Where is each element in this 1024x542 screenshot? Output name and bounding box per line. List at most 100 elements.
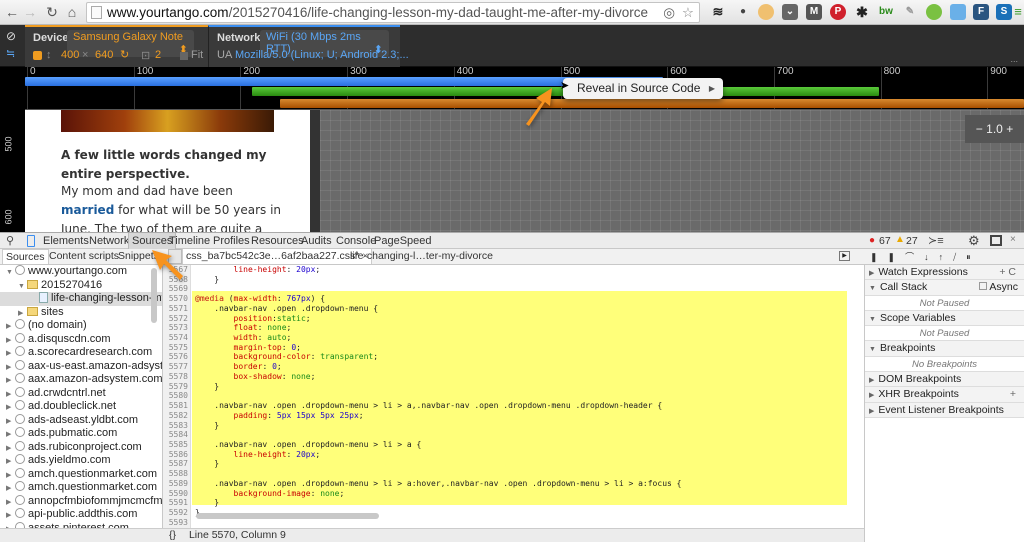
back-button[interactable]: ← [4, 3, 20, 21]
debugger-section-scope-variables[interactable]: ▼ Scope Variables [865, 310, 1024, 327]
collapsed-arrow-icon[interactable]: ▶ [6, 320, 15, 334]
tree-item[interactable]: ▶ sites [0, 306, 162, 320]
tree-item[interactable]: ▶ a.disquscdn.com [0, 332, 162, 348]
devtools-tab-pagespeed[interactable]: PageSpeed [371, 233, 435, 249]
line-number[interactable]: 5579 [163, 382, 190, 392]
tree-item[interactable]: ▶ ad.doubleclick.net [0, 400, 162, 414]
bookmark-star-icon[interactable]: ☆ [682, 3, 694, 22]
code-editor[interactable]: 5567 5568 5569 5570 5571 5572 5573 5574 5575 5576… [163, 265, 848, 528]
close-devtools-icon[interactable]: × [1010, 234, 1016, 245]
married-link[interactable]: married [61, 203, 114, 217]
viewport-resize-handle[interactable] [310, 110, 320, 232]
line-number[interactable]: 5591 [163, 498, 190, 508]
line-number[interactable]: 5584 [163, 430, 190, 440]
tree-item[interactable]: ▶ amch.questionmarket.com [0, 481, 162, 495]
tree-item[interactable]: ▶ ad.crwdcntrl.net [0, 386, 162, 402]
min-width-media-bar[interactable] [280, 99, 1024, 108]
async-toggle[interactable]: Async [979, 280, 1018, 295]
line-number[interactable]: 5573 [163, 323, 190, 333]
devtools-tab-profiles[interactable]: Profiles [210, 233, 253, 249]
line-number[interactable]: 5571 [163, 304, 190, 314]
zoom-out-button[interactable]: − [976, 122, 983, 136]
evernote-extension-icon[interactable]: ● [735, 4, 751, 20]
expanded-arrow-icon[interactable]: ▼ [18, 280, 27, 294]
debugger-section-call-stack[interactable]: ▼ Call Stack Async [865, 280, 1024, 296]
tree-item[interactable]: ▶ amch.questionmarket.com [0, 467, 162, 483]
pretty-print-icon[interactable]: {} [169, 529, 176, 541]
line-number[interactable]: 5592 [163, 508, 190, 518]
chrome-menu-icon[interactable]: ≡ [1012, 4, 1024, 20]
pause-on-exceptions-icon[interactable]: ⏸ [966, 252, 981, 262]
tree-item[interactable]: ▶ ads.rubiconproject.com [0, 440, 162, 456]
debugger-section-dom-breakpoints[interactable]: ▶ DOM Breakpoints [865, 372, 1024, 388]
line-number[interactable]: 5585 [163, 440, 190, 450]
tree-item[interactable]: ▶ aax.amazon-adsystem.com [0, 373, 162, 387]
collapsed-arrow-icon[interactable]: ▶ [6, 469, 15, 483]
forward-button[interactable]: → [22, 3, 38, 21]
line-number[interactable]: 5589 [163, 479, 190, 489]
file-tab-css[interactable]: css_ba7bc542c3e…6af2baa227.css* × [182, 249, 373, 264]
collapsed-arrow-icon[interactable]: ▶ [6, 374, 15, 388]
tree-item[interactable]: ▶ ads-adseast.yldbt.com [0, 413, 162, 429]
collapsed-arrow-icon[interactable]: ▶ [6, 334, 15, 348]
s-extension-icon[interactable]: S [996, 4, 1012, 20]
collapsed-arrow-icon[interactable]: ▶ [6, 509, 15, 523]
device-mode-icon[interactable] [27, 235, 35, 247]
media-query-icon[interactable]: ≒ [6, 47, 15, 60]
collapsed-arrow-icon[interactable]: ▶ [6, 388, 15, 402]
line-number[interactable]: 5581 [163, 401, 190, 411]
collapsed-arrow-icon[interactable]: ▶ [6, 361, 15, 375]
line-number[interactable]: 5583 [163, 421, 190, 431]
line-number[interactable]: 5569 [163, 284, 190, 294]
devtools-tab-audits[interactable]: Audits [298, 233, 335, 249]
gear-extension-icon[interactable]: ✱ [854, 4, 870, 20]
tree-item[interactable]: ▶ ads.yieldmo.com [0, 454, 162, 468]
collapsed-arrow-icon[interactable]: ▶ [6, 347, 15, 361]
resize-checkbox[interactable] [33, 51, 42, 60]
collapsed-arrow-icon[interactable]: ▶ [6, 415, 15, 429]
line-number[interactable]: 5582 [163, 411, 190, 421]
toggle-debugger-icon[interactable]: ▶ [839, 251, 850, 261]
debugger-section-event-listener-breakpoints[interactable]: ▶ Event Listener Breakpoints [865, 402, 1024, 418]
cookie-extension-icon[interactable] [758, 4, 774, 20]
pinterest-extension-icon[interactable]: P [830, 4, 846, 20]
line-number[interactable]: 5590 [163, 489, 190, 499]
width-input[interactable]: 400 [61, 49, 79, 61]
pen-extension-icon[interactable]: ✎ [902, 4, 918, 20]
settings-gear-icon[interactable]: ⚙ [968, 233, 980, 249]
line-number[interactable]: 5586 [163, 450, 190, 460]
step-over-icon[interactable]: ⌒ [905, 252, 924, 262]
section-action-icon[interactable]: + C [999, 265, 1016, 280]
address-bar[interactable]: www.yourtango.com/2015270416/life-changi… [86, 2, 700, 23]
tree-item[interactable]: ▶ a.scorecardresearch.com [0, 346, 162, 360]
pause-icon[interactable]: ❚❚ [870, 252, 905, 262]
dock-side-icon[interactable] [990, 235, 1002, 246]
step-out-icon[interactable]: ↑ [939, 252, 954, 262]
tree-item[interactable]: ▼ www.yourtango.com [0, 265, 162, 279]
bw-extension-icon[interactable]: bw [876, 4, 896, 20]
line-number[interactable]: 5578 [163, 372, 190, 382]
warning-count[interactable]: 27 [906, 235, 918, 247]
line-number[interactable]: 5570 [163, 294, 190, 304]
step-into-icon[interactable]: ↓ [924, 252, 939, 262]
collapsed-arrow-icon[interactable]: ▶ [6, 442, 15, 456]
line-number[interactable]: 5576 [163, 352, 190, 362]
inspect-search-icon[interactable]: ⚲ [6, 234, 14, 247]
more-icon[interactable]: ... [1010, 54, 1018, 64]
ua-input[interactable]: Mozilla/5.0 (Linux; U; Android 2.3;... [235, 49, 409, 61]
line-number[interactable]: 5572 [163, 314, 190, 324]
collapsed-arrow-icon[interactable]: ▶ [6, 455, 15, 469]
tree-item[interactable]: ▶ annopcfmbiofommjmcmcfmh [0, 494, 162, 510]
collapsed-arrow-icon[interactable]: ▶ [6, 496, 15, 510]
devtools-tab-elements[interactable]: Elements [40, 233, 92, 249]
height-input[interactable]: 640 [95, 49, 113, 61]
devtools-tab-network[interactable]: Network [86, 233, 132, 249]
camera-icon[interactable]: ◎ [663, 3, 675, 22]
tree-item[interactable]: ▶ aax-us-east.amazon-adsyste [0, 359, 162, 375]
f-extension-icon[interactable]: F [973, 4, 989, 20]
line-number[interactable]: 5587 [163, 459, 190, 469]
collapsed-arrow-icon[interactable]: ▶ [18, 307, 27, 321]
deactivate-breakpoints-icon[interactable]: ⧸ [953, 252, 966, 262]
tree-item[interactable]: ▶ ads.pubmatic.com [0, 427, 162, 441]
section-action-icon[interactable]: + [1010, 387, 1016, 402]
